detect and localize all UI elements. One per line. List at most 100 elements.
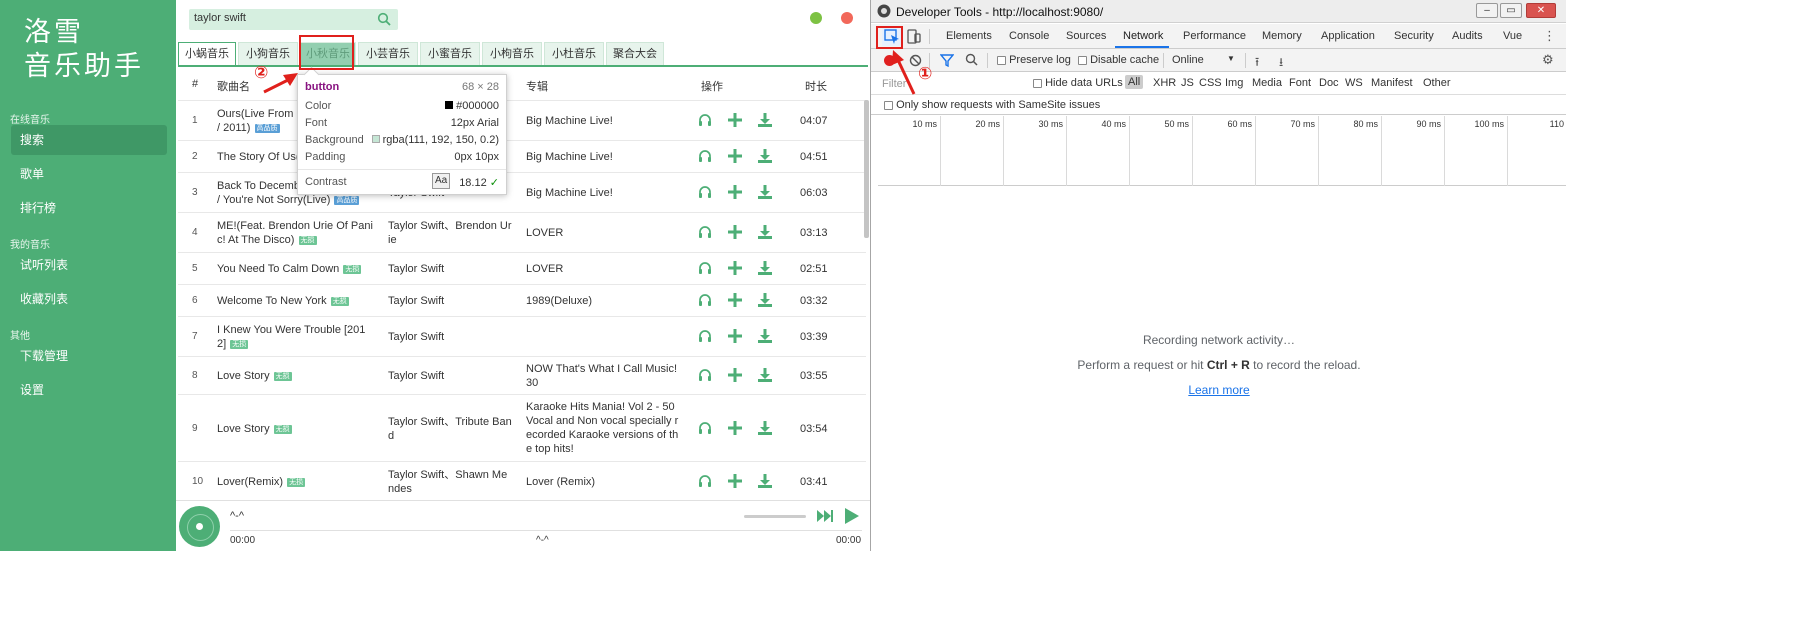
more-vertical-icon[interactable]: ⋮ <box>1543 28 1556 44</box>
filter-type-all[interactable]: All <box>1125 75 1144 89</box>
filter-icon[interactable] <box>939 54 955 70</box>
add-icon[interactable] <box>727 184 743 204</box>
sidebar-item-charts[interactable]: 排行榜 <box>11 193 167 223</box>
download-icon[interactable] <box>757 148 773 168</box>
import-har-icon[interactable]: ⭱ <box>1255 53 1259 74</box>
download-icon[interactable] <box>757 260 773 280</box>
sidebar-item-search[interactable]: 搜索 <box>11 125 167 155</box>
progress-bar[interactable] <box>230 530 862 531</box>
listen-icon[interactable] <box>697 184 713 204</box>
table-row[interactable]: 9 Love Story 无损 Taylor Swift、Tribute Ban… <box>178 394 866 461</box>
export-har-icon[interactable]: ⭳ <box>1279 53 1283 74</box>
tab-console[interactable]: Console <box>1009 30 1049 42</box>
tab-memory[interactable]: Memory <box>1262 30 1302 42</box>
filter-type-js[interactable]: JS <box>1181 77 1194 89</box>
download-icon[interactable] <box>757 184 773 204</box>
record-icon[interactable] <box>884 55 895 66</box>
listen-icon[interactable] <box>697 148 713 168</box>
next-track-icon[interactable] <box>816 509 834 526</box>
table-row[interactable]: 3 Back To Decemb / You're Not Sorry(Live)… <box>178 172 866 212</box>
download-icon[interactable] <box>757 473 773 493</box>
sidebar-item-downloads[interactable]: 下载管理 <box>11 341 167 371</box>
listen-icon[interactable] <box>697 292 713 312</box>
add-icon[interactable] <box>727 473 743 493</box>
listen-icon[interactable] <box>697 420 713 440</box>
add-icon[interactable] <box>727 367 743 387</box>
settings-gear-icon[interactable]: ⚙ <box>1542 52 1554 68</box>
table-row[interactable]: 4 ME!(Feat. Brendon Urie Of Pani c! At Th… <box>178 212 866 252</box>
filter-type-doc[interactable]: Doc <box>1319 77 1339 89</box>
table-row[interactable]: 6 Welcome To New York 无损 Taylor Swift 19… <box>178 284 866 316</box>
search-input[interactable]: taylor swift <box>189 9 398 30</box>
tab-source-1[interactable]: 小蜗音乐 <box>178 42 236 66</box>
download-icon[interactable] <box>757 224 773 244</box>
tab-vue[interactable]: Vue <box>1503 30 1522 42</box>
filter-type-xhr[interactable]: XHR <box>1153 77 1176 89</box>
listen-icon[interactable] <box>697 260 713 280</box>
add-icon[interactable] <box>727 112 743 132</box>
tab-source-4[interactable]: 小芸音乐 <box>358 42 418 66</box>
download-icon[interactable] <box>757 420 773 440</box>
table-scrollbar[interactable] <box>864 100 869 238</box>
hide-data-urls-toggle[interactable]: Hide data URLs <box>1033 77 1123 89</box>
tab-audits[interactable]: Audits <box>1452 30 1483 42</box>
filter-type-media[interactable]: Media <box>1252 77 1282 89</box>
filter-type-ws[interactable]: WS <box>1345 77 1363 89</box>
listen-icon[interactable] <box>697 224 713 244</box>
minimize-dot[interactable] <box>810 12 822 24</box>
download-icon[interactable] <box>757 328 773 348</box>
close-button[interactable]: ✕ <box>1526 3 1556 18</box>
sidebar-item-favorites[interactable]: 收藏列表 <box>11 284 167 314</box>
download-icon[interactable] <box>757 367 773 387</box>
tab-sources[interactable]: Sources <box>1066 30 1106 42</box>
listen-icon[interactable] <box>697 112 713 132</box>
throttle-select[interactable]: Online ▼ <box>1172 54 1235 66</box>
table-row[interactable]: 10 Lover(Remix) 无损 Taylor Swift、Shawn Me… <box>178 461 866 501</box>
download-icon[interactable] <box>757 112 773 132</box>
maximize-button[interactable]: ▭ <box>1500 3 1522 18</box>
album-disc-icon[interactable] <box>179 506 220 547</box>
sidebar-item-playlists[interactable]: 歌单 <box>11 159 167 189</box>
tab-source-6[interactable]: 小枸音乐 <box>482 42 542 66</box>
sidebar-item-listen-list[interactable]: 试听列表 <box>11 250 167 280</box>
table-row[interactable]: 1 Ours(Live From B/ 2011) 高品质 Big Machin… <box>178 100 866 140</box>
close-dot[interactable] <box>841 12 853 24</box>
table-row[interactable]: 5 You Need To Calm Down 无损 Taylor Swift … <box>178 252 866 284</box>
tab-source-8[interactable]: 聚合大会 <box>606 42 664 66</box>
tab-security[interactable]: Security <box>1394 30 1434 42</box>
add-icon[interactable] <box>727 292 743 312</box>
tab-application[interactable]: Application <box>1321 30 1375 42</box>
search-icon[interactable] <box>377 12 391 29</box>
listen-icon[interactable] <box>697 367 713 387</box>
tab-network[interactable]: Network <box>1123 30 1163 42</box>
device-toolbar-icon[interactable] <box>906 28 922 48</box>
play-icon[interactable] <box>844 507 860 528</box>
add-icon[interactable] <box>727 260 743 280</box>
table-row[interactable]: 7 I Knew You Were Trouble [201 2] 无损 Tayl… <box>178 316 866 356</box>
filter-input[interactable]: Filter <box>877 74 1023 92</box>
filter-type-other[interactable]: Other <box>1423 77 1451 89</box>
tab-elements[interactable]: Elements <box>946 30 992 42</box>
learn-more-link[interactable]: Learn more <box>871 383 1566 397</box>
tab-source-7[interactable]: 小杜音乐 <box>544 42 604 66</box>
download-icon[interactable] <box>757 292 773 312</box>
tab-source-5[interactable]: 小蜜音乐 <box>420 42 480 66</box>
filter-type-manifest[interactable]: Manifest <box>1371 77 1413 89</box>
minimize-button[interactable]: – <box>1476 3 1498 18</box>
filter-type-css[interactable]: CSS <box>1199 77 1222 89</box>
add-icon[interactable] <box>727 328 743 348</box>
volume-slider[interactable] <box>744 515 806 518</box>
tab-performance[interactable]: Performance <box>1183 30 1246 42</box>
filter-type-font[interactable]: Font <box>1289 77 1311 89</box>
table-row[interactable]: 8 Love Story 无损 Taylor Swift NOW That's … <box>178 356 866 394</box>
add-icon[interactable] <box>727 420 743 440</box>
listen-icon[interactable] <box>697 473 713 493</box>
search-icon[interactable] <box>965 53 978 69</box>
disable-cache-toggle[interactable]: Disable cache <box>1078 54 1159 66</box>
preserve-log-toggle[interactable]: Preserve log <box>997 54 1071 66</box>
samesite-toggle[interactable]: Only show requests with SameSite issues <box>884 99 1100 111</box>
filter-type-img[interactable]: Img <box>1225 77 1243 89</box>
listen-icon[interactable] <box>697 328 713 348</box>
add-icon[interactable] <box>727 224 743 244</box>
add-icon[interactable] <box>727 148 743 168</box>
